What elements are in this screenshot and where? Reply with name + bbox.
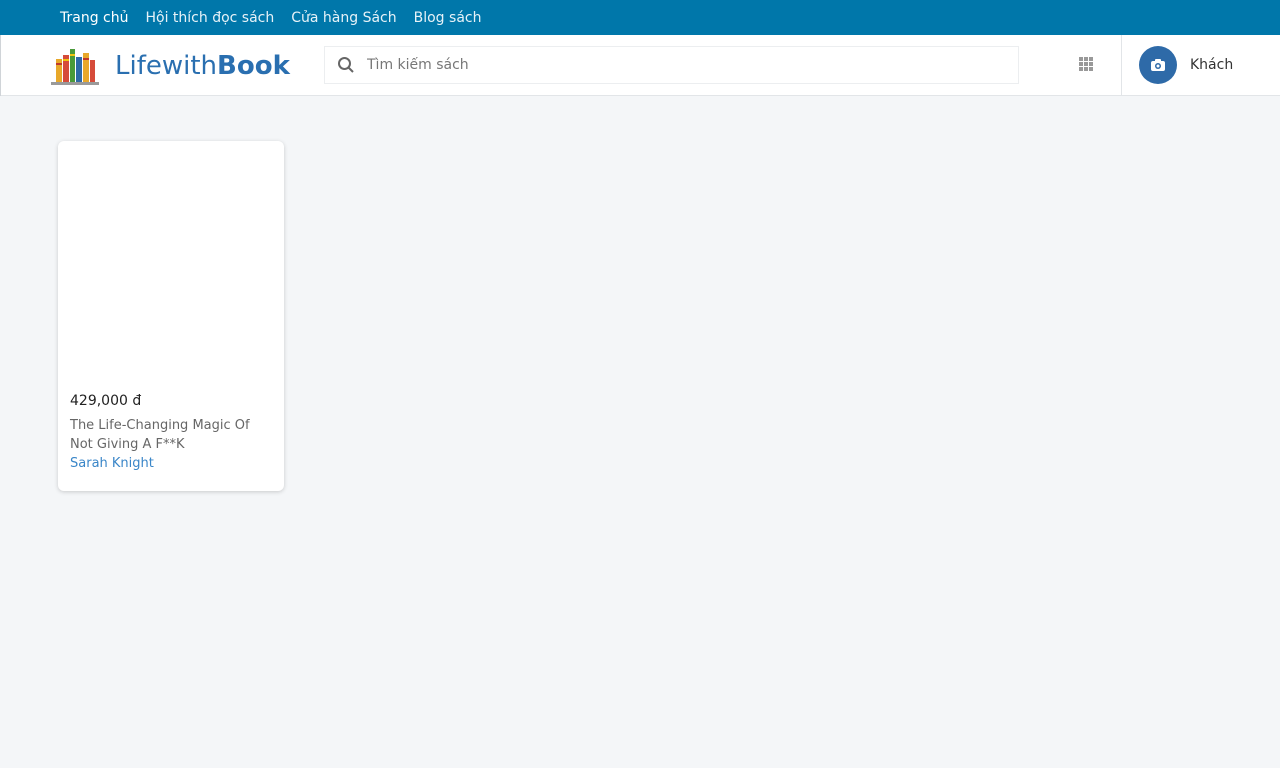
search-icon[interactable]	[337, 56, 355, 74]
header-divider	[1121, 35, 1122, 96]
book-cover-image[interactable]	[58, 141, 284, 386]
logo-text-light: Lifewith	[115, 51, 218, 81]
logo-text: LifewithBook	[115, 51, 290, 81]
nav-link-book-blog[interactable]: Blog sách	[414, 10, 482, 26]
grid-icon[interactable]	[1077, 55, 1095, 73]
nav-link-book-club[interactable]: Hội thích đọc sách	[145, 10, 274, 26]
nav-link-book-store[interactable]: Cửa hàng Sách	[291, 10, 396, 26]
logo-text-bold: Book	[217, 51, 290, 81]
bookshelf-logo-icon	[51, 49, 99, 85]
product-price: 429,000 đ	[70, 393, 142, 409]
header-edge	[0, 35, 1, 96]
search-input[interactable]	[367, 57, 987, 73]
user-menu[interactable]: Khách	[1139, 46, 1233, 84]
search-bar	[324, 46, 1019, 84]
avatar[interactable]	[1139, 46, 1177, 84]
user-name: Khách	[1190, 57, 1234, 73]
product-author-link[interactable]: Sarah Knight	[70, 456, 154, 471]
top-navigation-bar: Trang chủ Hội thích đọc sách Cửa hàng Sá…	[0, 0, 1280, 35]
product-card[interactable]: 429,000 đ The Life-Changing Magic Of Not…	[58, 141, 284, 491]
nav-link-home[interactable]: Trang chủ	[60, 10, 128, 26]
camera-icon	[1151, 59, 1165, 71]
site-logo[interactable]: LifewithBook	[50, 45, 290, 87]
site-header: LifewithBook Tìm kiếm sách Khách	[0, 35, 1280, 96]
product-title[interactable]: The Life-Changing Magic Of Not Giving A …	[70, 416, 270, 454]
